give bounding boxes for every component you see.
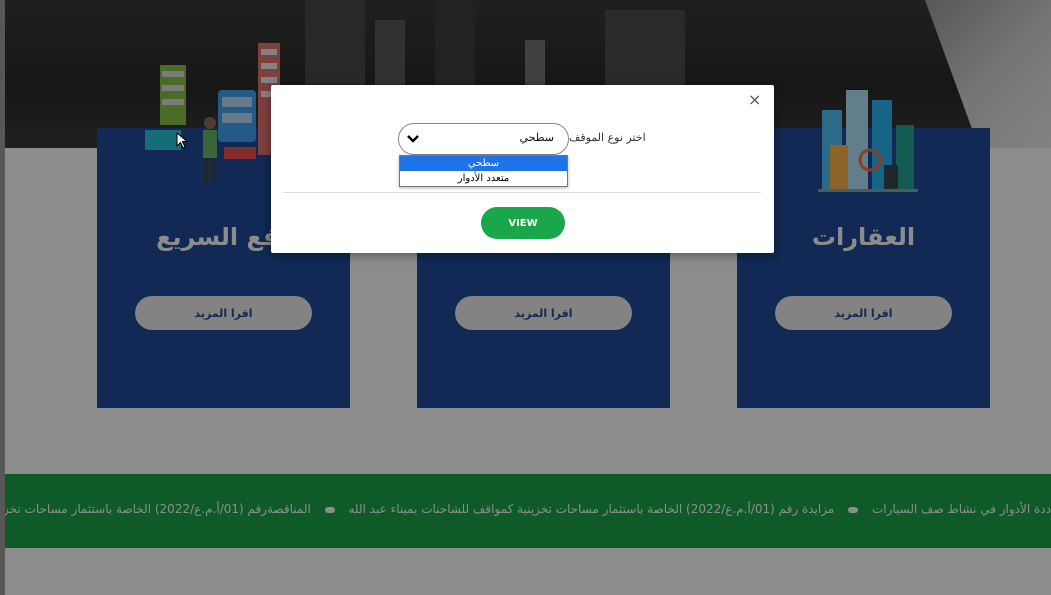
page: دفع السريع اقرا المزيد اقرا المزيد العقا… [0,0,1051,595]
close-icon[interactable]: × [748,90,761,109]
divider [283,192,761,193]
parking-type-select[interactable]: سطحي [398,123,569,155]
selected-value: سطحي [519,131,554,144]
parking-type-options[interactable]: سطحي متعدد الأدوار [399,155,568,187]
view-button[interactable]: VIEW [481,207,565,239]
option-surface[interactable]: سطحي [400,156,567,171]
parking-type-label: اختر نوع الموقف [569,131,646,144]
mouse-cursor-icon [176,132,189,149]
option-multi-level[interactable]: متعدد الأدوار [400,171,567,186]
parking-type-modal: × اختر نوع الموقف سطحي سطحي متعدد الأدوا… [271,85,774,253]
chevron-down-icon [407,135,419,143]
